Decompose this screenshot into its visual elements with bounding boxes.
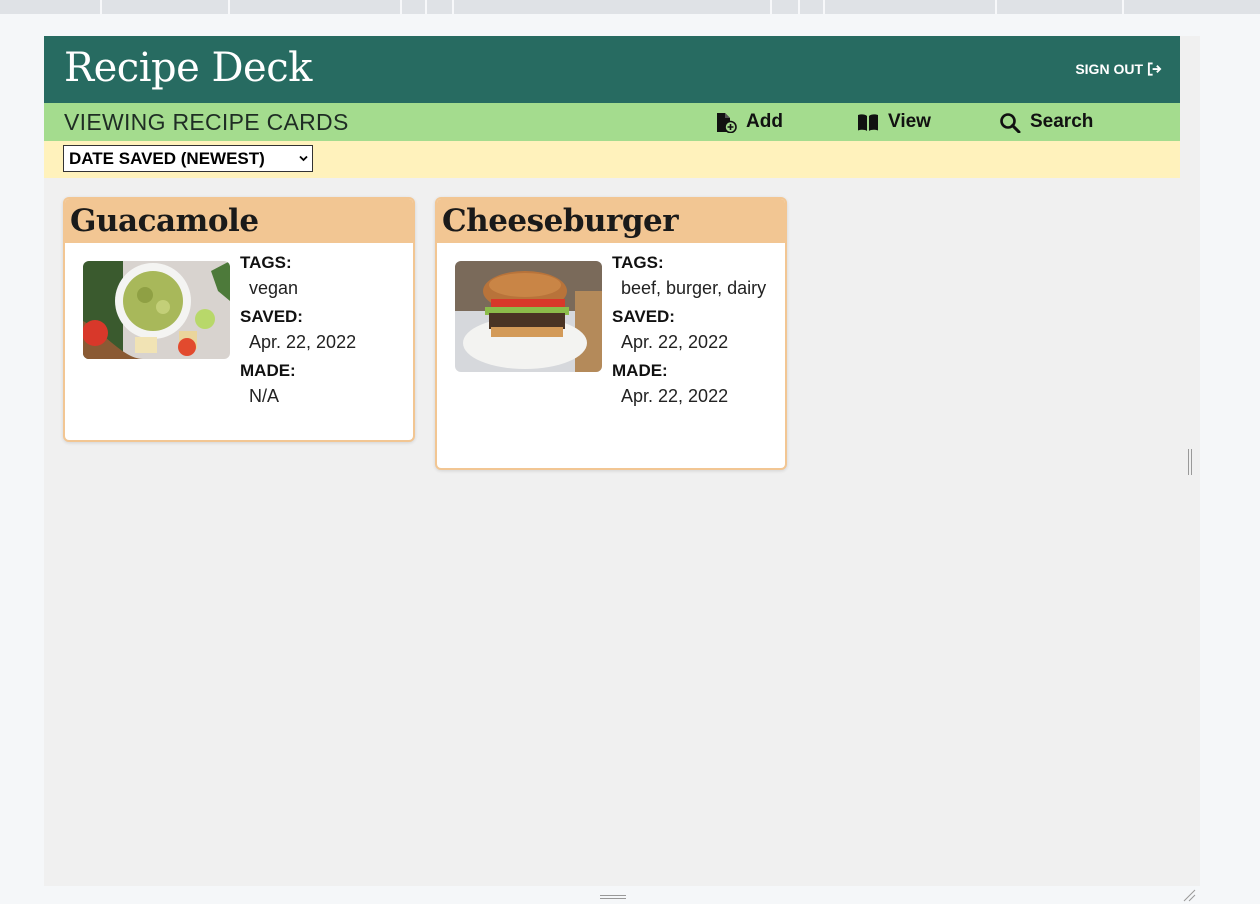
corner-resize-icon[interactable] — [1182, 888, 1196, 902]
tags-value: beef, burger, dairy — [621, 278, 767, 298]
made-value: N/A — [249, 386, 280, 406]
app-frame: Recipe Deck SIGN OUT VIEWING RECIPE CARD… — [44, 36, 1200, 886]
recipe-meta: TAGS: beef, burger, dairy SAVED: Apr. 22… — [612, 252, 777, 414]
page-title: VIEWING RECIPE CARDS — [64, 109, 349, 135]
resize-handle[interactable] — [1187, 449, 1193, 475]
recipe-title: Guacamole — [70, 203, 259, 239]
recipe-card[interactable]: Cheeseburger TAGS: beef, burger, dairy S… — [435, 197, 787, 470]
app-header: Recipe Deck SIGN OUT — [44, 36, 1180, 103]
sign-out-icon — [1147, 62, 1162, 76]
guacamole-photo — [83, 261, 230, 359]
sort-selected-value: DATE SAVED (NEWEST) — [69, 148, 265, 168]
tags-label: TAGS: — [612, 253, 664, 272]
add-button[interactable]: Add — [715, 110, 783, 134]
saved-value: Apr. 22, 2022 — [621, 332, 729, 352]
saved-value: Apr. 22, 2022 — [249, 332, 357, 352]
file-plus-icon — [717, 112, 737, 133]
sort-select[interactable]: DATE SAVED (NEWEST) — [63, 145, 313, 172]
sign-out-button[interactable]: SIGN OUT — [1075, 61, 1162, 77]
recipe-meta: TAGS: vegan SAVED: Apr. 22, 2022 MADE: N… — [240, 252, 405, 414]
recipe-thumbnail[interactable] — [83, 261, 230, 359]
search-button[interactable]: Search — [999, 110, 1093, 134]
chevron-down-icon — [299, 155, 308, 162]
tags-label: TAGS: — [240, 253, 292, 272]
search-label: Search — [1030, 111, 1094, 132]
app-title: Recipe Deck — [64, 45, 312, 91]
cheeseburger-photo — [455, 261, 602, 372]
made-value: Apr. 22, 2022 — [621, 386, 729, 406]
sign-out-label: SIGN OUT — [1075, 61, 1143, 77]
book-open-icon — [858, 113, 878, 131]
add-label: Add — [746, 111, 783, 132]
tags-value: vegan — [249, 278, 299, 298]
sub-header: VIEWING RECIPE CARDS Add View Search — [44, 103, 1180, 141]
made-label: MADE: — [240, 361, 296, 380]
sort-bar: DATE SAVED (NEWEST) — [44, 141, 1180, 178]
recipe-title: Cheeseburger — [442, 203, 679, 239]
recipe-card-header: Cheeseburger — [437, 199, 785, 243]
made-label: MADE: — [612, 361, 668, 380]
bottom-resize-handle[interactable] — [600, 894, 626, 900]
search-icon — [1000, 112, 1021, 133]
view-label: View — [888, 111, 931, 132]
recipe-card-header: Guacamole — [65, 199, 413, 243]
view-button[interactable]: View — [857, 110, 931, 134]
recipe-thumbnail[interactable] — [455, 261, 602, 372]
saved-label: SAVED: — [240, 307, 303, 326]
saved-label: SAVED: — [612, 307, 675, 326]
browser-top-strip — [0, 0, 1260, 14]
recipe-card[interactable]: Guacamole TAGS: vegan SAVED: Apr. 22, 20… — [63, 197, 415, 442]
